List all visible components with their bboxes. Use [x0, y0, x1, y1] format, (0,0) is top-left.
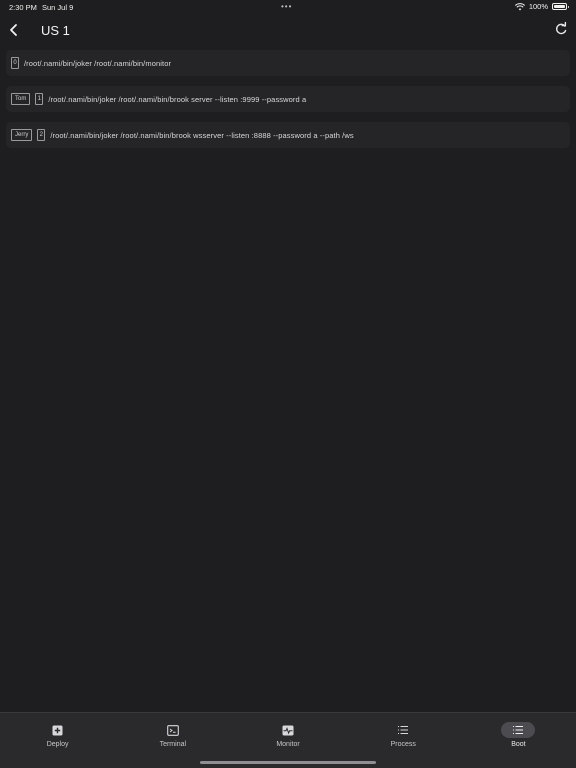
index-badge: 2: [37, 129, 46, 141]
tab-label: Boot: [511, 741, 526, 748]
monitor-pulse-icon: [282, 725, 294, 735]
tab-process[interactable]: Process: [346, 713, 461, 768]
battery-fill: [554, 5, 565, 8]
plus-square-icon: [52, 725, 63, 735]
tab-boot[interactable]: Boot: [461, 713, 576, 768]
home-indicator[interactable]: [200, 761, 376, 764]
tab-icon-wrap: [501, 722, 536, 738]
wifi-icon: [514, 2, 525, 10]
command-text: /root/.nami/bin/joker /root/.nami/bin/br…: [48, 94, 307, 104]
page-title: US 1: [41, 23, 70, 38]
status-right: 100%: [514, 2, 569, 11]
tab-icon-wrap: [41, 722, 75, 738]
back-chevron-icon[interactable]: [5, 20, 23, 40]
status-date: Sun Jul 9: [42, 3, 74, 12]
boot-list-icon: [513, 725, 524, 735]
list-item[interactable]: Jerry 2 /root/.nami/bin/joker /root/.nam…: [6, 122, 570, 148]
tab-label: Deploy: [46, 741, 69, 748]
tab-icon-wrap: [386, 722, 420, 738]
command-text: /root/.nami/bin/joker /root/.nami/bin/br…: [50, 130, 354, 140]
command-text: /root/.nami/bin/joker /root/.nami/bin/mo…: [24, 58, 172, 68]
nav-header: US 1: [0, 16, 576, 44]
boot-entry-list: 0 /root/.nami/bin/joker /root/.nami/bin/…: [6, 50, 570, 158]
tab-terminal[interactable]: Terminal: [115, 713, 230, 768]
multitasking-dots[interactable]: •••: [281, 2, 292, 11]
terminal-icon: [166, 724, 179, 736]
tab-deploy[interactable]: Deploy: [0, 713, 115, 768]
tab-icon-wrap: [156, 722, 190, 738]
tab-bar: Deploy Terminal Monitor Process Boot: [0, 712, 576, 768]
app-screen: 2:30 PM Sun Jul 9 ••• 100% US 1 0 /root/…: [0, 0, 576, 768]
index-badge: 1: [35, 93, 44, 105]
tab-label: Terminal: [159, 741, 187, 748]
battery-icon: [552, 3, 569, 10]
refresh-icon[interactable]: [554, 21, 568, 37]
tab-label: Monitor: [276, 741, 300, 748]
name-tag: Tom: [11, 93, 31, 105]
name-tag: Jerry: [11, 129, 33, 141]
tab-label: Process: [390, 741, 416, 748]
battery-percent: 100%: [528, 2, 548, 11]
index-badge: 0: [11, 57, 19, 69]
list-item[interactable]: 0 /root/.nami/bin/joker /root/.nami/bin/…: [6, 50, 570, 76]
list-item[interactable]: Tom 1 /root/.nami/bin/joker /root/.nami/…: [6, 86, 570, 112]
status-time: 2:30 PM: [9, 3, 37, 12]
status-bar: 2:30 PM Sun Jul 9 ••• 100%: [0, 0, 576, 14]
tab-monitor[interactable]: Monitor: [230, 713, 345, 768]
list-icon: [398, 725, 409, 735]
tab-icon-wrap: [271, 722, 305, 738]
